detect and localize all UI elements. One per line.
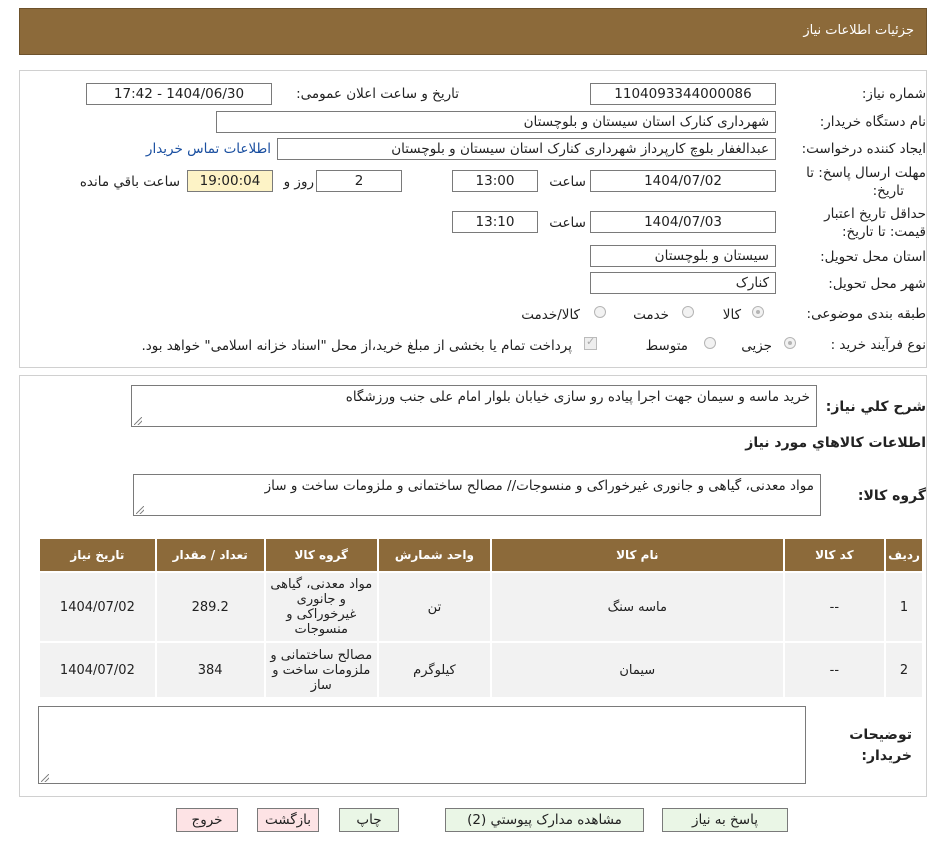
requester-field: عبدالغفار بلوچ کارپرداز شهرداری کنارک اس…: [277, 138, 776, 160]
category-label: طبقه بندی موضوعی:: [806, 306, 926, 322]
goods-group-text: مواد معدنی، گیاهی و جانوری غیرخوراکی و م…: [264, 478, 814, 494]
cell-unit: تن: [376, 571, 492, 643]
resize-grip-icon[interactable]: [136, 506, 144, 514]
deadline-time-field: 13:00: [452, 170, 538, 192]
back-button[interactable]: بازگشت: [257, 808, 319, 832]
validity-time-field: 13:10: [452, 211, 538, 233]
treasury-payment-checkbox[interactable]: [584, 335, 597, 350]
purchase-radio-minor[interactable]: [784, 337, 796, 349]
page-title: جزئیات اطلاعات نیاز: [803, 23, 914, 38]
validity-label-1: حداقل تاریخ اعتبار: [824, 206, 926, 222]
purchase-option-minor: جزیی: [741, 338, 772, 354]
announce-label: تاریخ و ساعت اعلان عمومی:: [296, 86, 459, 102]
col-header-item-group: گروه کالا: [263, 537, 379, 573]
purchase-option-medium: متوسط: [645, 338, 688, 354]
cell-quantity: 384: [154, 641, 266, 699]
col-header-item-name: نام کالا: [489, 537, 785, 573]
province-field: سیستان و بلوچستان: [590, 245, 776, 267]
buyer-org-label: نام دستگاه خریدار:: [819, 114, 926, 130]
table-row: 2 -- سیمان کیلوگرم مصالح ساختمانی و ملزو…: [38, 641, 924, 699]
col-header-row-number: رديف: [884, 537, 924, 573]
cell-need-date: 1404/07/02: [38, 641, 157, 699]
province-label: استان محل تحویل:: [820, 249, 926, 265]
col-header-need-date: تاریخ نیاز: [38, 537, 157, 573]
cell-quantity: 289.2: [154, 571, 266, 643]
validity-label-2: قیمت: تا تاریخ:: [842, 224, 926, 240]
cell-need-date: 1404/07/02: [38, 571, 157, 643]
category-option-goods: کالا: [722, 307, 741, 323]
category-radio-goods[interactable]: [752, 306, 764, 318]
buyer-notes-textarea[interactable]: [38, 706, 806, 784]
cell-item-name: سیمان: [489, 641, 785, 699]
purchase-radio-medium[interactable]: [704, 337, 716, 349]
remaining-time-field: 19:00:04: [187, 170, 273, 192]
city-field: کنارک: [590, 272, 776, 294]
buyer-org-field: شهرداری کنارک استان سیستان و بلوچستان: [216, 111, 776, 133]
days-label: روز و: [283, 174, 314, 190]
exit-button[interactable]: خروج: [176, 808, 238, 832]
announce-datetime-field: 1404/06/30 - 17:42: [86, 83, 272, 105]
purchase-type-label: نوع فرآیند خرید :: [830, 337, 926, 353]
category-option-service: خدمت: [633, 307, 669, 323]
description-label: شرح کلي نياز:: [825, 399, 926, 415]
cell-item-code: --: [782, 641, 887, 699]
print-button[interactable]: چاپ: [339, 808, 399, 832]
reply-button[interactable]: پاسخ به نیاز: [662, 808, 788, 832]
table-header-row: رديف کد کالا نام کالا واحد شمارش گروه کا…: [38, 537, 924, 573]
resize-grip-icon[interactable]: [41, 774, 49, 782]
treasury-payment-note: پرداخت تمام یا بخشی از مبلغ خرید،از محل …: [141, 338, 572, 354]
validity-time-label: ساعت: [549, 215, 586, 231]
description-textarea[interactable]: خرید ماسه و سیمان جهت اجرا پیاده رو سازی…: [131, 385, 817, 427]
cell-unit: کیلوگرم: [376, 641, 492, 699]
need-number-label: شماره نیاز:: [861, 86, 926, 102]
goods-section-title: اطلاعات کالاهاي مورد نياز: [745, 435, 926, 451]
remaining-time-label: ساعت باقي مانده: [79, 174, 180, 190]
need-number-field: 1104093344000086: [590, 83, 776, 105]
page-header: جزئیات اطلاعات نیاز: [19, 8, 927, 55]
deadline-label-2: تاریخ:: [872, 183, 904, 199]
table-row: 1 -- ماسه سنگ تن مواد معدنی، گیاهی و جان…: [38, 571, 924, 643]
category-option-goods-service: کالا/خدمت: [521, 307, 580, 323]
validity-date-field: 1404/07/03: [590, 211, 776, 233]
goods-group-textarea[interactable]: مواد معدنی، گیاهی و جانوری غیرخوراکی و م…: [133, 474, 821, 516]
deadline-label-1: مهلت ارسال پاسخ: تا: [806, 165, 926, 181]
deadline-time-label: ساعت: [549, 174, 586, 190]
col-header-quantity: تعداد / مقدار: [154, 537, 266, 573]
cell-item-group: مصالح ساختمانی و ملزومات ساخت و ساز: [263, 641, 379, 699]
cell-row-number: 2: [884, 641, 924, 699]
deadline-date-field: 1404/07/02: [590, 170, 776, 192]
cell-item-code: --: [782, 571, 887, 643]
col-header-item-code: کد کالا: [782, 537, 887, 573]
category-radio-goods-service[interactable]: [594, 306, 606, 318]
buyer-contact-link[interactable]: اطلاعات تماس خریدار: [146, 141, 271, 157]
goods-table: رديف کد کالا نام کالا واحد شمارش گروه کا…: [38, 537, 924, 699]
description-text: خرید ماسه و سیمان جهت اجرا پیاده رو سازی…: [345, 389, 810, 405]
col-header-unit: واحد شمارش: [376, 537, 492, 573]
cell-item-name: ماسه سنگ: [489, 571, 785, 643]
buyer-notes-label-2: خریدار:: [861, 748, 912, 764]
cell-row-number: 1: [884, 571, 924, 643]
cell-item-group: مواد معدنی، گیاهی و جانوری غیرخوراکی و م…: [263, 571, 379, 643]
city-label: شهر محل تحویل:: [828, 276, 926, 292]
requester-label: ایجاد کننده درخواست:: [801, 141, 926, 157]
view-attachments-button[interactable]: مشاهده مدارک پیوستي (2): [445, 808, 644, 832]
category-radio-service[interactable]: [682, 306, 694, 318]
buyer-notes-label-1: توضیحات: [849, 727, 912, 743]
days-remaining-field: 2: [316, 170, 402, 192]
goods-group-label: گروه کالا:: [857, 488, 926, 504]
resize-grip-icon[interactable]: [134, 417, 142, 425]
